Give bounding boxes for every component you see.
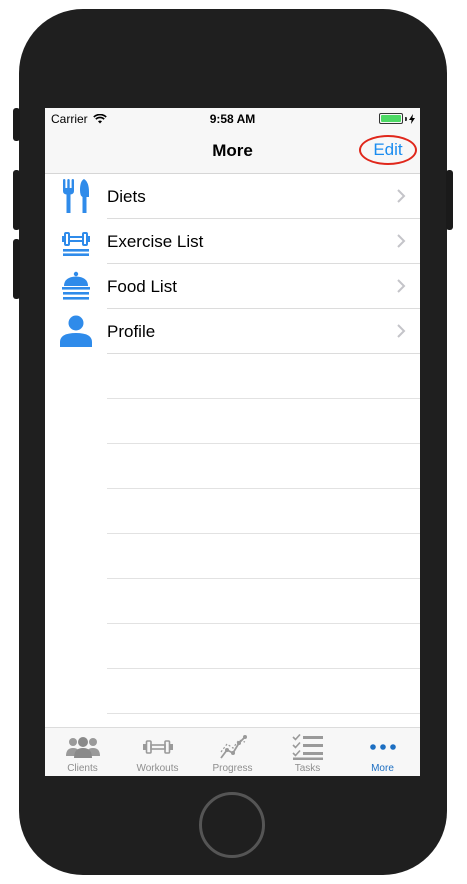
empty-row: [45, 489, 420, 534]
empty-row: [45, 624, 420, 669]
list-item-diets[interactable]: Diets: [45, 174, 420, 219]
empty-row: [45, 354, 420, 399]
person-icon: [59, 313, 93, 349]
navigation-bar: More Edit: [45, 128, 420, 174]
more-dots-icon: [369, 744, 396, 750]
list-item-label: Exercise List: [107, 232, 204, 251]
tab-label: Workouts: [136, 763, 179, 774]
battery-icon: [379, 113, 403, 124]
chevron-right-icon: [397, 189, 406, 203]
empty-row: [45, 444, 420, 489]
edit-button[interactable]: Edit: [359, 135, 417, 165]
tab-label: Tasks: [294, 763, 321, 774]
fork-knife-icon: [59, 178, 93, 214]
chevron-right-icon: [397, 279, 406, 293]
status-time: 9:58 AM: [209, 112, 256, 126]
tab-more[interactable]: More: [345, 728, 420, 776]
empty-row: [45, 534, 420, 579]
tab-workouts[interactable]: Workouts: [120, 728, 195, 776]
mute-switch: [13, 108, 20, 141]
empty-row: [45, 669, 420, 714]
group-icon: [65, 737, 100, 758]
tab-bar: Clients Workouts Progress Tasks More: [45, 727, 420, 776]
list-item-exercise-list[interactable]: Exercise List: [45, 219, 420, 264]
list-item-label: Food List: [107, 277, 177, 296]
power-button: [446, 170, 453, 230]
dumbbell-icon: [142, 740, 173, 754]
tab-label: More: [371, 763, 394, 774]
food-tray-icon: [59, 268, 93, 304]
list-item-label: Profile: [107, 322, 156, 341]
more-list: Diets Exercise List Food List Profile: [45, 174, 420, 714]
home-button[interactable]: [199, 792, 265, 858]
dumbbell-icon: [59, 223, 93, 259]
empty-row: [45, 579, 420, 624]
progress-chart-icon: [219, 735, 247, 759]
battery-indicator: [379, 113, 415, 124]
edit-button-label: Edit: [373, 140, 403, 159]
volume-up-button: [13, 170, 20, 230]
checklist-icon: [291, 734, 323, 760]
list-item-food-list[interactable]: Food List: [45, 264, 420, 309]
status-bar: Carrier 9:58 AM: [45, 108, 420, 128]
tab-label: Clients: [67, 763, 98, 774]
tab-tasks[interactable]: Tasks: [270, 728, 345, 776]
chevron-right-icon: [397, 324, 406, 338]
chevron-right-icon: [397, 234, 406, 248]
empty-row: [45, 399, 420, 444]
tab-label: Progress: [212, 763, 253, 774]
list-item-profile[interactable]: Profile: [45, 309, 420, 354]
list-item-label: Diets: [107, 187, 146, 206]
tab-clients[interactable]: Clients: [45, 728, 120, 776]
app-screen: Carrier 9:58 AM More Edit Diets Exercise…: [45, 108, 420, 776]
charging-bolt-icon: [409, 113, 415, 124]
volume-down-button: [13, 239, 20, 299]
tab-progress[interactable]: Progress: [195, 728, 270, 776]
